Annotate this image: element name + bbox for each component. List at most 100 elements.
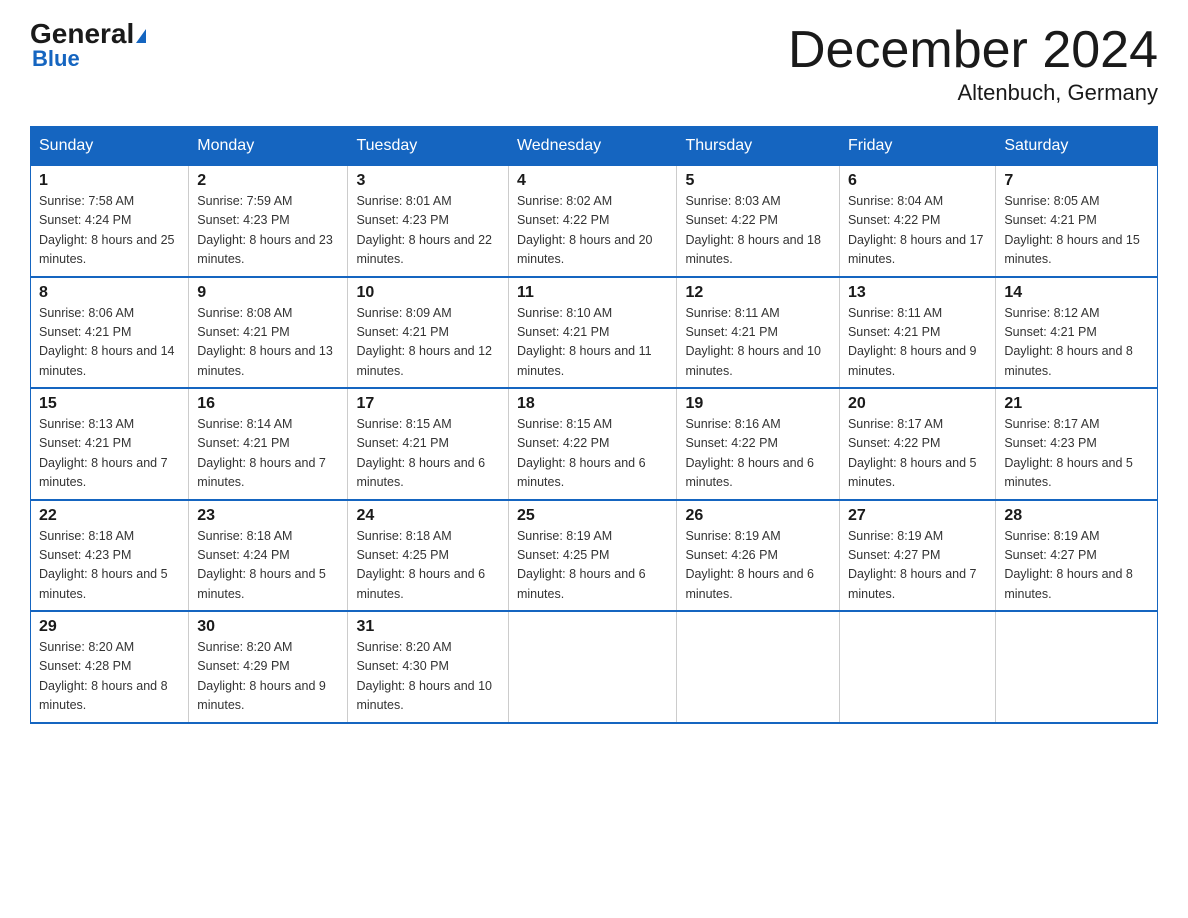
location: Altenbuch, Germany (788, 80, 1158, 106)
day-number: 14 (1004, 284, 1149, 302)
day-cell: 7 Sunrise: 8:05 AMSunset: 4:21 PMDayligh… (996, 166, 1158, 277)
header-thursday: Thursday (677, 127, 840, 166)
day-cell: 15 Sunrise: 8:13 AMSunset: 4:21 PMDaylig… (31, 388, 189, 500)
page-header: General Blue December 2024 Altenbuch, Ge… (30, 20, 1158, 106)
week-row-5: 29 Sunrise: 8:20 AMSunset: 4:28 PMDaylig… (31, 611, 1158, 723)
day-info: Sunrise: 8:05 AMSunset: 4:21 PMDaylight:… (1004, 194, 1140, 266)
day-number: 10 (356, 284, 500, 302)
day-cell (996, 611, 1158, 723)
day-info: Sunrise: 8:12 AMSunset: 4:21 PMDaylight:… (1004, 306, 1133, 378)
header-saturday: Saturday (996, 127, 1158, 166)
day-info: Sunrise: 8:11 AMSunset: 4:21 PMDaylight:… (685, 306, 821, 378)
header-monday: Monday (189, 127, 348, 166)
day-info: Sunrise: 8:18 AMSunset: 4:25 PMDaylight:… (356, 529, 485, 601)
day-number: 20 (848, 395, 987, 413)
day-info: Sunrise: 8:14 AMSunset: 4:21 PMDaylight:… (197, 417, 326, 489)
day-info: Sunrise: 8:06 AMSunset: 4:21 PMDaylight:… (39, 306, 175, 378)
day-cell: 25 Sunrise: 8:19 AMSunset: 4:25 PMDaylig… (508, 500, 676, 612)
day-info: Sunrise: 8:17 AMSunset: 4:23 PMDaylight:… (1004, 417, 1133, 489)
day-info: Sunrise: 8:03 AMSunset: 4:22 PMDaylight:… (685, 194, 821, 266)
day-cell: 12 Sunrise: 8:11 AMSunset: 4:21 PMDaylig… (677, 277, 840, 389)
logo-general-text: General (30, 18, 134, 49)
day-cell: 23 Sunrise: 8:18 AMSunset: 4:24 PMDaylig… (189, 500, 348, 612)
header-wednesday: Wednesday (508, 127, 676, 166)
day-cell: 31 Sunrise: 8:20 AMSunset: 4:30 PMDaylig… (348, 611, 509, 723)
day-cell: 11 Sunrise: 8:10 AMSunset: 4:21 PMDaylig… (508, 277, 676, 389)
logo-text: General (30, 20, 146, 48)
day-cell: 19 Sunrise: 8:16 AMSunset: 4:22 PMDaylig… (677, 388, 840, 500)
day-number: 31 (356, 618, 500, 636)
day-cell: 14 Sunrise: 8:12 AMSunset: 4:21 PMDaylig… (996, 277, 1158, 389)
day-cell (508, 611, 676, 723)
day-number: 27 (848, 507, 987, 525)
day-info: Sunrise: 8:01 AMSunset: 4:23 PMDaylight:… (356, 194, 492, 266)
day-cell: 27 Sunrise: 8:19 AMSunset: 4:27 PMDaylig… (839, 500, 995, 612)
day-cell: 2 Sunrise: 7:59 AMSunset: 4:23 PMDayligh… (189, 166, 348, 277)
day-number: 22 (39, 507, 180, 525)
day-cell: 5 Sunrise: 8:03 AMSunset: 4:22 PMDayligh… (677, 166, 840, 277)
week-row-2: 8 Sunrise: 8:06 AMSunset: 4:21 PMDayligh… (31, 277, 1158, 389)
logo-blue-text: Blue (32, 46, 80, 72)
day-info: Sunrise: 8:20 AMSunset: 4:28 PMDaylight:… (39, 640, 168, 712)
day-number: 17 (356, 395, 500, 413)
day-cell (677, 611, 840, 723)
day-info: Sunrise: 8:10 AMSunset: 4:21 PMDaylight:… (517, 306, 652, 378)
day-number: 23 (197, 507, 339, 525)
day-cell: 10 Sunrise: 8:09 AMSunset: 4:21 PMDaylig… (348, 277, 509, 389)
calendar-table: SundayMondayTuesdayWednesdayThursdayFrid… (30, 126, 1158, 724)
day-info: Sunrise: 8:11 AMSunset: 4:21 PMDaylight:… (848, 306, 977, 378)
week-row-4: 22 Sunrise: 8:18 AMSunset: 4:23 PMDaylig… (31, 500, 1158, 612)
logo-triangle-icon (136, 29, 146, 43)
day-number: 3 (356, 172, 500, 190)
day-info: Sunrise: 8:09 AMSunset: 4:21 PMDaylight:… (356, 306, 492, 378)
day-info: Sunrise: 8:02 AMSunset: 4:22 PMDaylight:… (517, 194, 653, 266)
week-row-3: 15 Sunrise: 8:13 AMSunset: 4:21 PMDaylig… (31, 388, 1158, 500)
day-cell: 13 Sunrise: 8:11 AMSunset: 4:21 PMDaylig… (839, 277, 995, 389)
day-number: 11 (517, 284, 668, 302)
day-info: Sunrise: 8:04 AMSunset: 4:22 PMDaylight:… (848, 194, 984, 266)
day-info: Sunrise: 8:15 AMSunset: 4:21 PMDaylight:… (356, 417, 485, 489)
day-number: 26 (685, 507, 831, 525)
day-number: 25 (517, 507, 668, 525)
day-number: 15 (39, 395, 180, 413)
day-info: Sunrise: 8:18 AMSunset: 4:23 PMDaylight:… (39, 529, 168, 601)
day-cell: 21 Sunrise: 8:17 AMSunset: 4:23 PMDaylig… (996, 388, 1158, 500)
day-cell: 18 Sunrise: 8:15 AMSunset: 4:22 PMDaylig… (508, 388, 676, 500)
day-number: 4 (517, 172, 668, 190)
day-info: Sunrise: 8:16 AMSunset: 4:22 PMDaylight:… (685, 417, 814, 489)
day-cell: 22 Sunrise: 8:18 AMSunset: 4:23 PMDaylig… (31, 500, 189, 612)
day-cell: 9 Sunrise: 8:08 AMSunset: 4:21 PMDayligh… (189, 277, 348, 389)
day-info: Sunrise: 7:59 AMSunset: 4:23 PMDaylight:… (197, 194, 333, 266)
day-cell: 29 Sunrise: 8:20 AMSunset: 4:28 PMDaylig… (31, 611, 189, 723)
day-info: Sunrise: 8:19 AMSunset: 4:27 PMDaylight:… (1004, 529, 1133, 601)
day-info: Sunrise: 8:19 AMSunset: 4:25 PMDaylight:… (517, 529, 646, 601)
header-tuesday: Tuesday (348, 127, 509, 166)
day-number: 1 (39, 172, 180, 190)
day-cell: 6 Sunrise: 8:04 AMSunset: 4:22 PMDayligh… (839, 166, 995, 277)
day-number: 12 (685, 284, 831, 302)
day-number: 7 (1004, 172, 1149, 190)
day-cell: 16 Sunrise: 8:14 AMSunset: 4:21 PMDaylig… (189, 388, 348, 500)
day-number: 8 (39, 284, 180, 302)
day-cell: 28 Sunrise: 8:19 AMSunset: 4:27 PMDaylig… (996, 500, 1158, 612)
day-info: Sunrise: 8:19 AMSunset: 4:26 PMDaylight:… (685, 529, 814, 601)
day-cell: 24 Sunrise: 8:18 AMSunset: 4:25 PMDaylig… (348, 500, 509, 612)
day-cell: 1 Sunrise: 7:58 AMSunset: 4:24 PMDayligh… (31, 166, 189, 277)
day-number: 19 (685, 395, 831, 413)
day-cell: 4 Sunrise: 8:02 AMSunset: 4:22 PMDayligh… (508, 166, 676, 277)
day-cell: 8 Sunrise: 8:06 AMSunset: 4:21 PMDayligh… (31, 277, 189, 389)
title-section: December 2024 Altenbuch, Germany (788, 20, 1158, 106)
day-info: Sunrise: 7:58 AMSunset: 4:24 PMDaylight:… (39, 194, 175, 266)
day-number: 6 (848, 172, 987, 190)
day-cell: 20 Sunrise: 8:17 AMSunset: 4:22 PMDaylig… (839, 388, 995, 500)
day-number: 13 (848, 284, 987, 302)
header-row: SundayMondayTuesdayWednesdayThursdayFrid… (31, 127, 1158, 166)
day-number: 30 (197, 618, 339, 636)
header-sunday: Sunday (31, 127, 189, 166)
day-number: 18 (517, 395, 668, 413)
day-number: 29 (39, 618, 180, 636)
day-info: Sunrise: 8:18 AMSunset: 4:24 PMDaylight:… (197, 529, 326, 601)
day-number: 28 (1004, 507, 1149, 525)
day-number: 9 (197, 284, 339, 302)
day-info: Sunrise: 8:08 AMSunset: 4:21 PMDaylight:… (197, 306, 333, 378)
